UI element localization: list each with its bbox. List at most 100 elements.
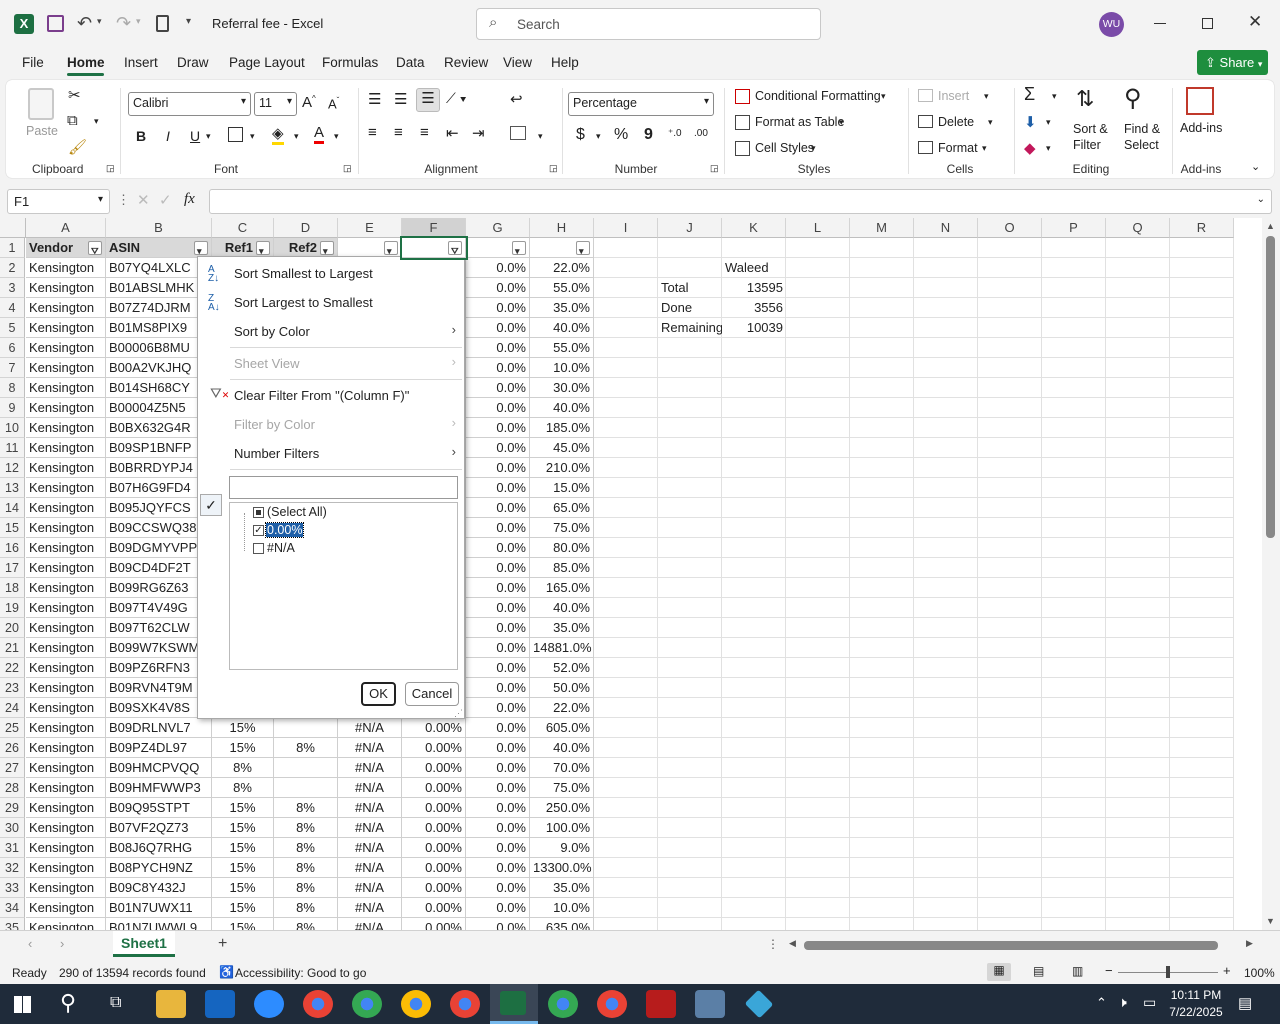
cell-ref2[interactable]: 8% xyxy=(274,838,338,858)
cell-empty[interactable] xyxy=(722,478,786,498)
cell-empty[interactable] xyxy=(1106,818,1170,838)
cell-empty[interactable] xyxy=(594,578,658,598)
cell-ref1[interactable]: 8% xyxy=(212,758,274,778)
sort-descending-item[interactable]: Sort Largest to Smallest xyxy=(234,295,373,310)
cell-empty[interactable] xyxy=(658,578,722,598)
select-all-label[interactable]: (Select All) xyxy=(267,505,327,519)
add-sheet-icon[interactable]: + xyxy=(218,935,227,953)
cell-g[interactable]: 0.0% xyxy=(466,678,530,698)
cell-empty[interactable] xyxy=(978,618,1042,638)
cell-h[interactable]: 85.0% xyxy=(530,558,594,578)
cell-vendor[interactable]: Kensington xyxy=(26,538,106,558)
column-header-d[interactable]: D xyxy=(274,218,338,238)
sort-ascending-item[interactable]: Sort Smallest to Largest xyxy=(234,266,373,281)
cell-empty[interactable] xyxy=(850,278,914,298)
cell-styles-icon[interactable] xyxy=(735,141,750,156)
cell-empty[interactable] xyxy=(978,458,1042,478)
cell-empty[interactable] xyxy=(594,558,658,578)
worksheet-grid[interactable]: ABCDEFGHIJKLMNOPQR 1 Vendor ⛛ ASIN ▾ Ref1 ▾ Ref… xyxy=(0,218,1262,930)
align-left-icon[interactable]: ≡ xyxy=(368,124,377,141)
cell-empty[interactable] xyxy=(1042,358,1106,378)
cell-empty[interactable] xyxy=(594,598,658,618)
scroll-up-icon[interactable]: ▲ xyxy=(1266,221,1275,231)
cell-empty[interactable] xyxy=(850,418,914,438)
cell-h[interactable]: 45.0% xyxy=(530,438,594,458)
cell-f[interactable]: 0.00% xyxy=(402,738,466,758)
scroll-right-icon[interactable]: ▶ xyxy=(1246,938,1253,949)
cell-empty[interactable] xyxy=(978,298,1042,318)
cell-vendor[interactable]: Kensington xyxy=(26,558,106,578)
cell-empty[interactable] xyxy=(1106,838,1170,858)
decrease-font-icon[interactable]: Aˇ xyxy=(328,96,339,111)
cell-f[interactable]: 0.00% xyxy=(402,818,466,838)
alignment-launcher-icon[interactable]: ◲ xyxy=(549,163,558,174)
cell-empty[interactable] xyxy=(1042,918,1106,930)
cell-empty[interactable] xyxy=(1042,558,1106,578)
percent-button[interactable]: % xyxy=(614,126,628,144)
column-header-n[interactable]: N xyxy=(914,218,978,238)
cell-empty[interactable] xyxy=(978,498,1042,518)
cell-empty[interactable] xyxy=(1106,738,1170,758)
cell-empty[interactable] xyxy=(914,338,978,358)
cell-g[interactable]: 0.0% xyxy=(466,358,530,378)
cell-e[interactable]: #N/A xyxy=(338,898,402,918)
cell-empty[interactable] xyxy=(1170,498,1234,518)
cell-empty[interactable] xyxy=(658,478,722,498)
cell-h[interactable]: 15.0% xyxy=(530,478,594,498)
row-header[interactable]: 17 xyxy=(0,558,25,578)
cell-ref1[interactable]: 15% xyxy=(212,878,274,898)
cell-empty[interactable] xyxy=(978,338,1042,358)
cell-empty[interactable] xyxy=(1106,798,1170,818)
cell-empty[interactable] xyxy=(1170,478,1234,498)
cell-empty[interactable] xyxy=(1170,678,1234,698)
cell-vendor[interactable]: Kensington xyxy=(26,458,106,478)
cell-ref2[interactable]: 8% xyxy=(274,738,338,758)
row-header[interactable]: 8 xyxy=(0,378,25,398)
cell-empty[interactable] xyxy=(850,858,914,878)
column-header-h[interactable]: H xyxy=(530,218,594,238)
cell-empty[interactable] xyxy=(722,358,786,378)
value-label-na[interactable]: #N/A xyxy=(267,541,295,555)
cell-e[interactable]: #N/A xyxy=(338,818,402,838)
cell-empty[interactable] xyxy=(978,258,1042,278)
cell-empty[interactable] xyxy=(786,398,850,418)
cell-empty[interactable] xyxy=(786,918,850,930)
cell-empty[interactable] xyxy=(722,418,786,438)
cell-g[interactable]: 0.0% xyxy=(466,738,530,758)
cell-ref2[interactable]: 8% xyxy=(274,898,338,918)
redo-icon[interactable]: ↷ xyxy=(116,13,131,34)
cell-empty[interactable] xyxy=(1170,918,1234,930)
cell-empty[interactable] xyxy=(914,518,978,538)
row-header[interactable]: 19 xyxy=(0,598,25,618)
cell-empty[interactable] xyxy=(658,878,722,898)
cell-empty[interactable] xyxy=(1170,438,1234,458)
cell-e[interactable]: #N/A xyxy=(338,738,402,758)
redo-dropdown-icon[interactable]: ▾ xyxy=(136,16,141,27)
cell-empty[interactable] xyxy=(978,438,1042,458)
cell-g[interactable]: 0.0% xyxy=(466,838,530,858)
conditional-formatting-button[interactable]: Conditional Formatting xyxy=(755,89,881,103)
cell-asin[interactable]: B09HMCPVQQ xyxy=(106,758,212,778)
fill-color-icon[interactable]: ◈ xyxy=(272,124,284,145)
find-select-button[interactable]: Find & Select xyxy=(1124,121,1160,153)
cell-empty[interactable] xyxy=(722,898,786,918)
name-box-dropdown-icon[interactable]: ▾ xyxy=(98,194,103,205)
row-header[interactable]: 22 xyxy=(0,658,25,678)
cell-h[interactable]: 210.0% xyxy=(530,458,594,478)
cell-empty[interactable] xyxy=(914,538,978,558)
cell-empty[interactable] xyxy=(1042,418,1106,438)
cell-empty[interactable] xyxy=(914,918,978,930)
cell-empty[interactable] xyxy=(1170,798,1234,818)
zoom-out-icon[interactable]: − xyxy=(1105,963,1113,978)
cell-empty[interactable] xyxy=(1170,258,1234,278)
cell-empty[interactable] xyxy=(722,338,786,358)
cell-empty[interactable] xyxy=(850,378,914,398)
cell-empty[interactable] xyxy=(594,838,658,858)
cell-empty[interactable] xyxy=(722,698,786,718)
network-icon[interactable]: ▭ xyxy=(1143,994,1156,1011)
summary-total-value[interactable]: 13595 xyxy=(722,278,786,298)
row-header[interactable]: 12 xyxy=(0,458,25,478)
cell-empty[interactable] xyxy=(786,478,850,498)
cell-empty[interactable] xyxy=(658,718,722,738)
cell-empty[interactable] xyxy=(594,538,658,558)
